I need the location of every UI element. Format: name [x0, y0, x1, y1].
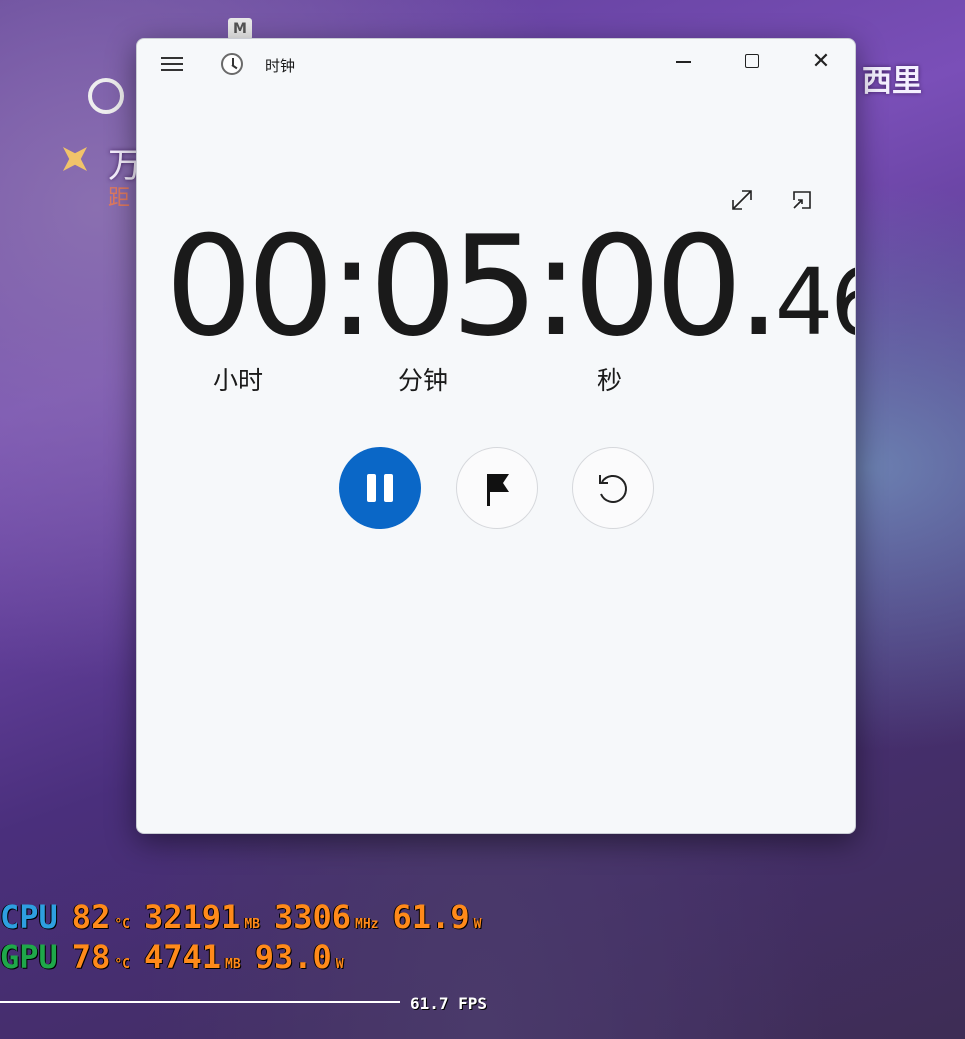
- stopwatch-display: 00:05:00.46: [165, 217, 855, 357]
- separator: :: [532, 206, 579, 367]
- minutes-value: 05: [369, 206, 539, 367]
- clock-app-icon: [221, 53, 243, 75]
- hours-label: 小时: [213, 366, 264, 395]
- close-button[interactable]: ✕: [799, 47, 843, 77]
- minutes-label: 分钟: [398, 366, 449, 395]
- window-title: 时钟: [265, 57, 296, 75]
- gpu-temp-unit: °C: [114, 957, 130, 972]
- gpu-temp: 78: [71, 938, 111, 976]
- game-hud-subtext: 距: [108, 186, 131, 211]
- cpu-stats: CPU 82 °C 32191 MB 3306 MHz 61.9 W: [0, 898, 481, 936]
- pause-button[interactable]: [339, 447, 421, 529]
- reset-icon: [599, 475, 627, 503]
- hundredths-value: 46: [774, 249, 855, 356]
- hamburger-menu-button[interactable]: [157, 51, 189, 77]
- seconds-label: 秒: [597, 366, 623, 395]
- keep-on-top-icon[interactable]: [785, 183, 819, 217]
- gpu-stats: GPU 78 °C 4741 MB 93.0 W: [0, 938, 344, 976]
- hours-value: 00: [165, 206, 335, 367]
- cpu-power-unit: W: [473, 917, 482, 932]
- gpu-label: GPU: [0, 938, 58, 976]
- map-key-badge: M: [228, 18, 252, 40]
- minimize-button[interactable]: [661, 47, 705, 77]
- gpu-mem: 4741: [143, 938, 222, 976]
- lap-button[interactable]: [456, 447, 538, 529]
- fps-counter: 61.7 FPS: [410, 994, 488, 1013]
- cpu-label: CPU: [0, 898, 58, 936]
- clock-window: 时钟 ✕ 00:05:00.46 小时 分钟 秒: [136, 38, 856, 834]
- reset-button[interactable]: [572, 447, 654, 529]
- decimal-point: .: [736, 206, 781, 367]
- title-bar[interactable]: 时钟 ✕: [137, 39, 855, 87]
- frametime-graph: [0, 1001, 400, 1003]
- cpu-mem-unit: MB: [244, 917, 260, 932]
- game-star-icon: [51, 135, 99, 183]
- gpu-power: 93.0: [254, 938, 332, 976]
- gpu-power-unit: W: [335, 957, 344, 972]
- cpu-power: 61.9: [392, 898, 470, 936]
- maximize-button[interactable]: [730, 47, 774, 77]
- game-hud-location: 西里: [862, 64, 922, 99]
- game-target-icon: [88, 78, 124, 114]
- flag-icon: [487, 474, 509, 506]
- cpu-clock-unit: MHz: [355, 917, 379, 932]
- gpu-mem-unit: MB: [225, 957, 241, 972]
- cpu-mem: 32191: [143, 898, 241, 936]
- seconds-value: 00: [573, 206, 743, 367]
- separator: :: [328, 206, 375, 367]
- cpu-temp: 82: [71, 898, 111, 936]
- cpu-temp-unit: °C: [114, 917, 130, 932]
- cpu-clock: 3306: [273, 898, 352, 936]
